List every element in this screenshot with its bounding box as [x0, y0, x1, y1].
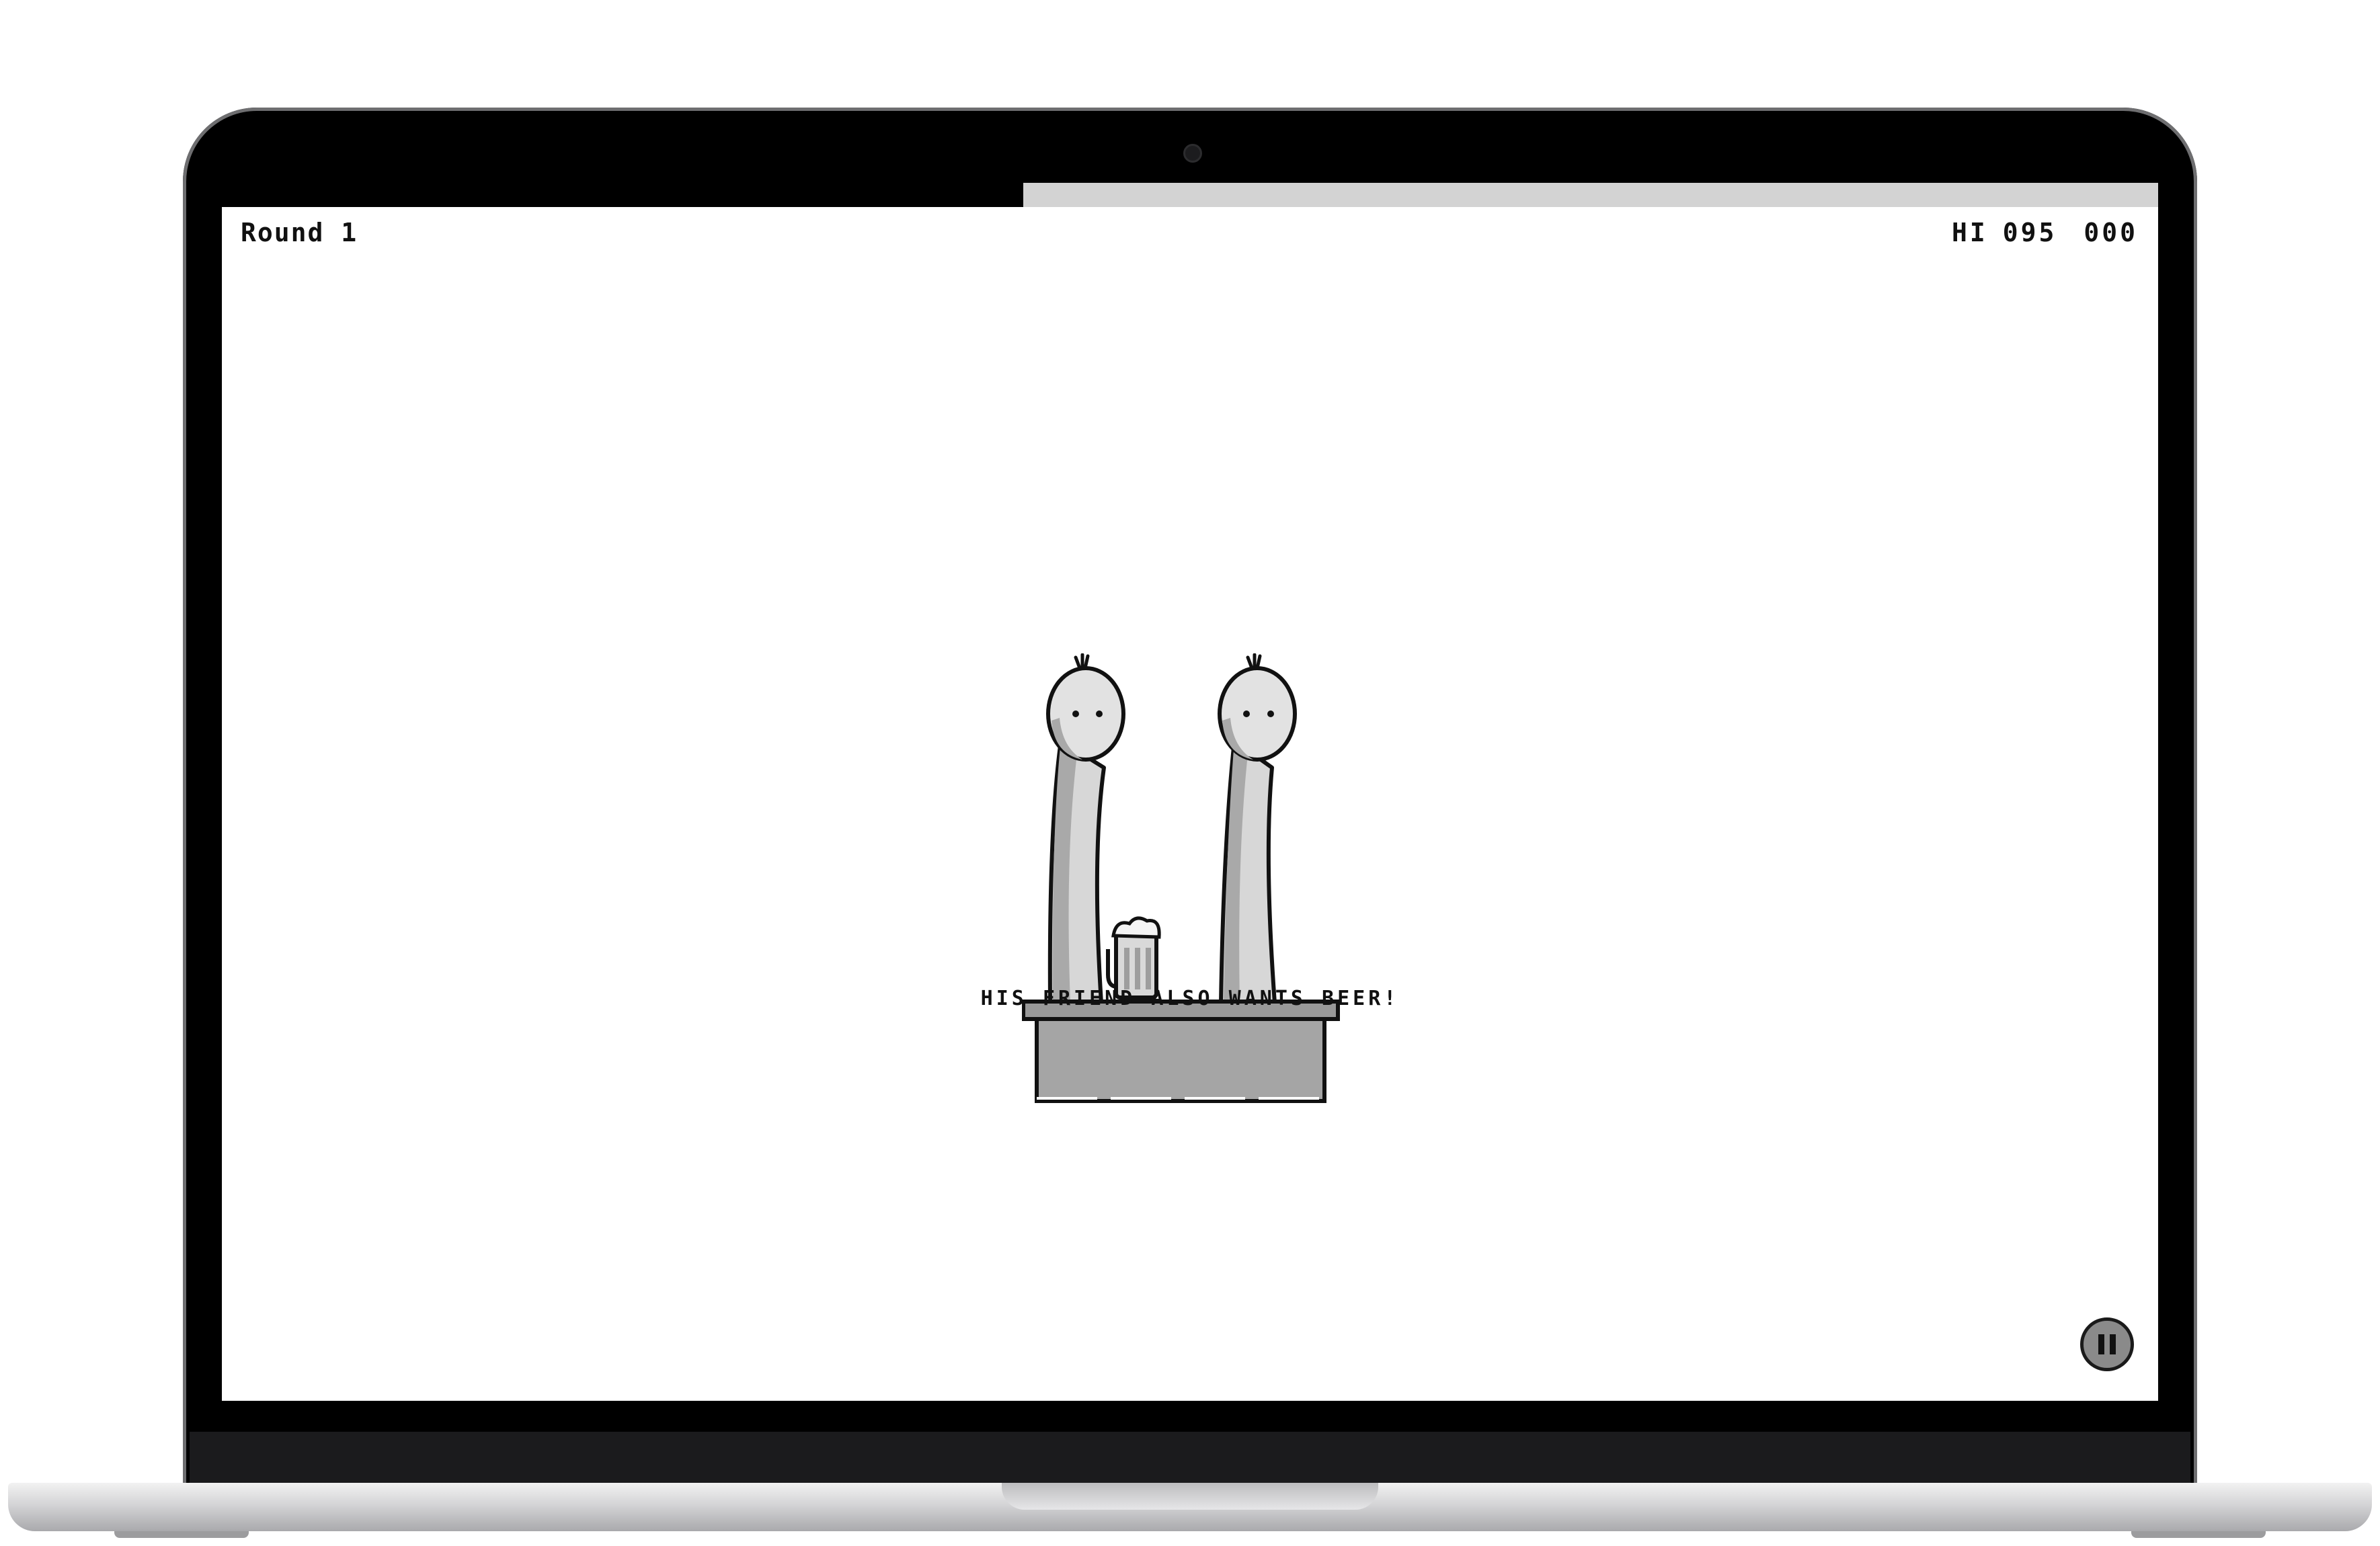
- laptop-opening-notch: [1002, 1483, 1378, 1510]
- laptop-chin: [190, 1432, 2190, 1486]
- pause-icon-bar: [2110, 1334, 2116, 1354]
- scene-caption: HIS FRIEND ALSO WANTS BEER!: [980, 987, 1400, 1010]
- game-screen[interactable]: Round 1 HI 095 000 HIS FRIEND ALSO WANTS…: [222, 183, 2158, 1401]
- hi-label: HI: [1951, 218, 1988, 247]
- current-score: 000: [2084, 218, 2138, 247]
- laptop-foot-right: [2131, 1531, 2266, 1538]
- customer-right: [1218, 653, 1297, 1005]
- hi-score: 095: [2002, 218, 2057, 247]
- bar-counter: [1022, 1000, 1340, 1103]
- beer-mug-icon: [1106, 916, 1161, 1000]
- pause-icon: [2098, 1334, 2104, 1354]
- customer-left: [1046, 653, 1125, 1005]
- laptop-foot-left: [114, 1531, 249, 1538]
- score-display: HI 095 000: [1952, 218, 2138, 247]
- webcam-icon: [1183, 144, 1202, 163]
- bar-scene: [1022, 653, 1340, 1103]
- round-timer-remaining: [1023, 183, 2158, 207]
- round-timer-bar: [222, 183, 2158, 207]
- pause-button[interactable]: [2080, 1317, 2134, 1371]
- round-label: Round 1: [241, 218, 358, 247]
